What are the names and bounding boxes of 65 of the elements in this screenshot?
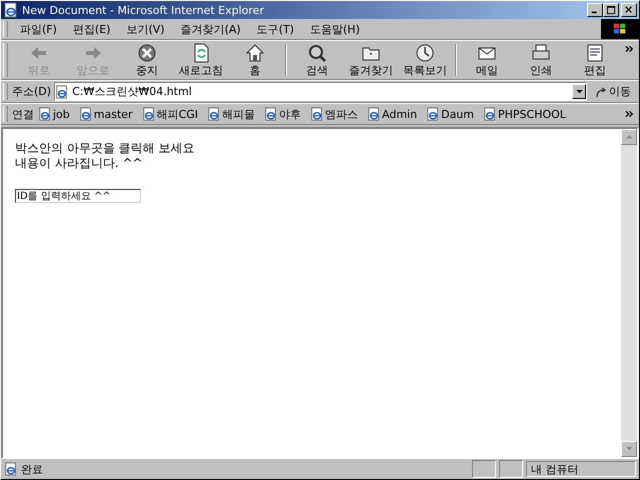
link-button[interactable]: 엠파스 — [310, 106, 358, 122]
address-field[interactable]: C:₩스크린샷₩04.html — [54, 82, 587, 101]
house-icon — [245, 42, 265, 62]
caret-icon — [576, 90, 582, 94]
links-label: 연결 — [12, 106, 34, 122]
menu-item[interactable]: 파일(F) — [12, 22, 65, 36]
menu-item[interactable]: 편집(E) — [64, 22, 118, 36]
edit-button[interactable]: 편집 — [568, 42, 622, 78]
clock-icon — [415, 42, 435, 62]
browser-page-icon — [367, 107, 382, 121]
window-title: New Document - Microsoft Internet Explorer — [22, 4, 265, 16]
up-arrow-icon — [626, 135, 632, 139]
stop-icon — [137, 42, 157, 62]
chevron-icon[interactable] — [625, 45, 634, 53]
browser-page-icon — [207, 107, 222, 121]
page-text: 내용이 사라집니다. ^^ — [15, 156, 144, 171]
printer-icon — [531, 42, 551, 62]
link-button[interactable]: PHPSCHOOL — [483, 107, 566, 121]
browser-page-icon — [426, 107, 440, 121]
close-icon — [625, 6, 633, 14]
id-input-field[interactable]: ID를 입력하세요 ^^ — [15, 189, 141, 203]
link-button[interactable]: master — [78, 107, 133, 121]
link-button[interactable]: 해피몰 — [207, 106, 256, 122]
history-button[interactable]: 목록보기 — [398, 42, 452, 78]
maximize-icon — [606, 6, 616, 14]
search-icon — [307, 42, 327, 62]
menu-item[interactable]: 도구(T) — [248, 22, 302, 36]
link-button[interactable]: Daum — [426, 107, 474, 121]
browser-page-icon — [310, 107, 324, 121]
mail-button[interactable]: 메일 — [460, 42, 514, 78]
search-button[interactable]: 검색 — [290, 42, 344, 78]
browser-page-icon — [38, 107, 52, 121]
minimize-button[interactable] — [587, 3, 603, 17]
link-button[interactable]: 야후 — [264, 106, 302, 122]
browser-page-icon — [483, 107, 497, 121]
close-button[interactable] — [621, 3, 637, 17]
link-button[interactable]: Admin — [367, 107, 418, 121]
address-label: 주소(D) — [12, 84, 52, 99]
curved-arrow-icon — [595, 86, 607, 98]
chevron-icon[interactable] — [625, 110, 634, 118]
down-arrow-icon — [626, 447, 632, 451]
page-text: 박스안의 아무곳을 클릭해 보세요 — [15, 141, 196, 156]
zone-text: 내 컴퓨터 — [526, 461, 636, 477]
vertical-scrollbar[interactable] — [621, 129, 637, 457]
browser-page-icon — [142, 107, 156, 121]
menu-item[interactable]: 보기(V) — [118, 22, 173, 36]
status-text: 완료 — [21, 462, 44, 476]
browser-page-icon — [264, 107, 278, 121]
go-button[interactable]: 이동 — [590, 82, 636, 101]
browser-page-icon — [4, 462, 18, 476]
home-button[interactable]: 홈 — [228, 42, 282, 78]
dropdown-button[interactable] — [572, 84, 586, 99]
menu-item[interactable]: 도움말(H) — [302, 22, 368, 36]
link-button[interactable]: 해피CGI — [142, 106, 198, 122]
print-button[interactable]: 인쇄 — [514, 42, 568, 78]
link-button[interactable]: job — [38, 107, 70, 121]
maximize-button[interactable] — [603, 3, 619, 17]
browser-page-icon — [55, 84, 70, 98]
refresh-button[interactable]: 새로고침 — [174, 42, 228, 78]
menu-item[interactable]: 즐겨찾기(A) — [172, 22, 249, 36]
browser-page-icon — [78, 107, 93, 121]
document-icon — [585, 42, 605, 62]
favorites-button[interactable]: 즐겨찾기 — [344, 42, 398, 78]
windows-logo-icon — [601, 19, 639, 39]
stop-button[interactable]: 중지 — [120, 42, 174, 78]
